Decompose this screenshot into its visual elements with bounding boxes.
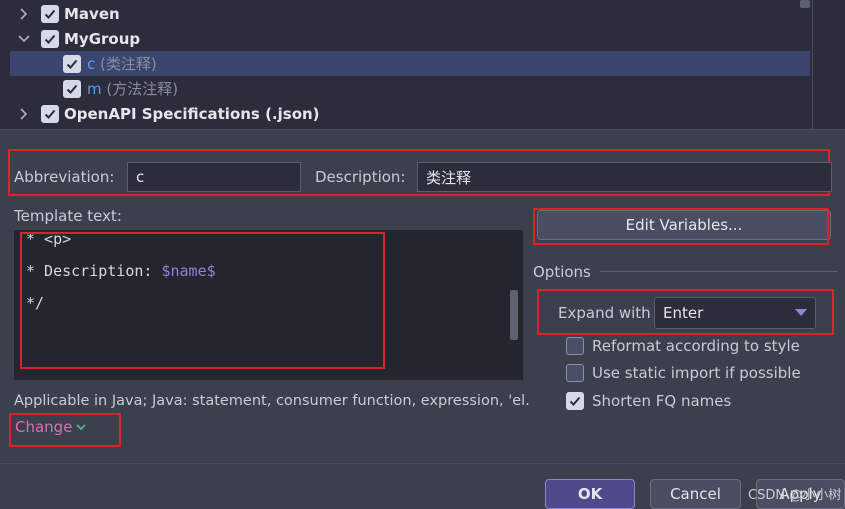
editor-scrollbar-thumb[interactable] — [510, 290, 518, 340]
tree-item-mygroup[interactable]: MyGroup — [10, 26, 810, 51]
tree-item-m[interactable]: m (方法注释) — [10, 76, 810, 101]
chevron-down-icon[interactable] — [16, 31, 32, 47]
checkbox-checked-icon[interactable] — [41, 4, 59, 23]
highlight-box-edit-vars — [533, 208, 829, 245]
template-text-label: Template text: — [14, 207, 122, 225]
template-desc: (类注释) — [100, 55, 157, 73]
options-separator — [600, 271, 838, 272]
tree-item-label: MyGroup — [64, 29, 141, 48]
reformat-label: Reformat according to style — [592, 337, 800, 355]
checkbox-checked-icon[interactable] — [63, 79, 81, 98]
tree-item-label: Maven — [64, 4, 120, 23]
highlight-box-change — [9, 413, 121, 447]
tree-item-label: OpenAPI Specifications (.json) — [64, 104, 320, 123]
template-desc: (方法注释) — [106, 80, 179, 98]
tree-item-openapi[interactable]: OpenAPI Specifications (.json) — [10, 101, 810, 126]
tree-item-c[interactable]: c (类注释) — [10, 51, 810, 76]
ok-button[interactable]: OK — [545, 479, 635, 509]
cancel-button[interactable]: Cancel — [650, 479, 741, 509]
static-import-checkbox[interactable] — [566, 364, 584, 382]
tree-item-label: m (方法注释) — [87, 78, 178, 99]
highlight-box-expand-with — [537, 289, 834, 335]
footer-separator — [0, 463, 845, 464]
checkbox-checked-icon[interactable] — [63, 54, 81, 73]
reformat-checkbox[interactable] — [566, 337, 584, 355]
chevron-right-icon[interactable] — [16, 6, 32, 22]
template-key: c — [87, 55, 96, 73]
tree-scrollbar-track[interactable] — [812, 0, 813, 130]
applicable-context-text: Applicable in Java; Java: statement, con… — [14, 393, 530, 409]
highlight-box-template — [20, 232, 385, 369]
abbreviation-input[interactable]: c — [127, 162, 301, 192]
chevron-right-icon[interactable] — [16, 106, 32, 122]
tree-item-maven[interactable]: Maven — [10, 1, 810, 26]
abbreviation-label: Abbreviation: — [14, 168, 115, 186]
watermark-text: CSDN @小小树 — [748, 488, 842, 503]
checkbox-checked-icon[interactable] — [41, 29, 59, 48]
options-title: Options — [533, 263, 591, 281]
checkmark-icon — [569, 396, 581, 406]
tree-item-label: c (类注释) — [87, 53, 157, 74]
static-import-label: Use static import if possible — [592, 364, 801, 382]
tree-scrollbar-thumb[interactable] — [800, 0, 810, 8]
shorten-fq-label: Shorten FQ names — [592, 392, 732, 410]
checkbox-checked-icon[interactable] — [41, 104, 59, 123]
template-key: m — [87, 80, 102, 98]
template-tree: Maven MyGroup c (类注释) m (方法注释) OpenAPI S… — [0, 0, 845, 130]
description-label: Description: — [315, 168, 406, 186]
shorten-fq-checkbox[interactable] — [566, 392, 584, 410]
description-input[interactable]: 类注释 — [417, 162, 832, 192]
